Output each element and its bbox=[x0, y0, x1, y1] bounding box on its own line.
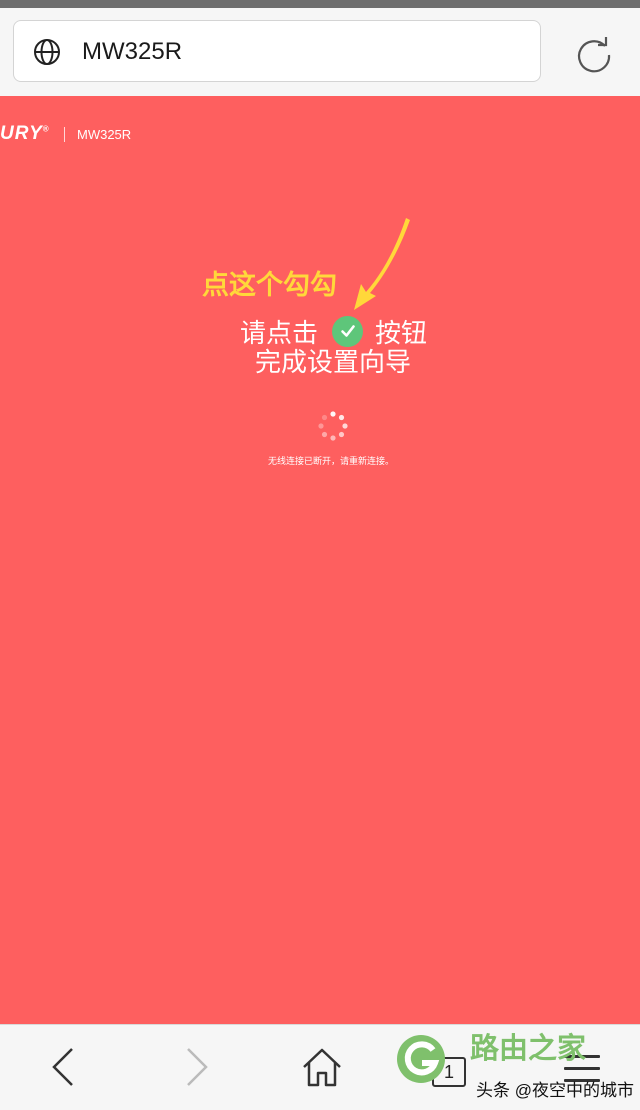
url-field[interactable]: MW325R bbox=[13, 20, 541, 82]
reload-icon[interactable] bbox=[573, 33, 615, 75]
brand-divider bbox=[64, 127, 65, 142]
brand-logo: URY® bbox=[0, 123, 50, 144]
connection-status: 无线连接已断开，请重新连接。 bbox=[267, 456, 394, 466]
instruction-line-2: 完成设置向导 bbox=[254, 347, 411, 377]
back-icon[interactable] bbox=[44, 1045, 84, 1089]
home-icon[interactable] bbox=[300, 1045, 344, 1089]
watermark-credit: 头条 @夜空中的城市 bbox=[476, 1081, 634, 1100]
status-bar bbox=[0, 0, 640, 8]
check-icon bbox=[332, 315, 364, 347]
url-text: MW325R bbox=[82, 38, 183, 65]
address-bar: MW325R bbox=[0, 8, 640, 96]
annotation-text: 点这个勾勾 bbox=[202, 270, 337, 300]
router-setup-page: URY® MW325R 点这个勾勾 请点击 按钮 完成设置向导 无线连接已断开，… bbox=[0, 96, 640, 1024]
watermark-site: 路由之家 bbox=[470, 1033, 587, 1065]
model-name: MW325R bbox=[77, 127, 132, 142]
arrow-annotation bbox=[354, 218, 410, 310]
loading-spinner bbox=[318, 411, 348, 441]
forward-icon[interactable] bbox=[176, 1045, 216, 1089]
browser-toolbar: 1 路由之家 头条 @夜空中的城市 bbox=[0, 1024, 640, 1110]
watermark-logo bbox=[397, 1035, 445, 1083]
globe-icon bbox=[34, 39, 60, 65]
